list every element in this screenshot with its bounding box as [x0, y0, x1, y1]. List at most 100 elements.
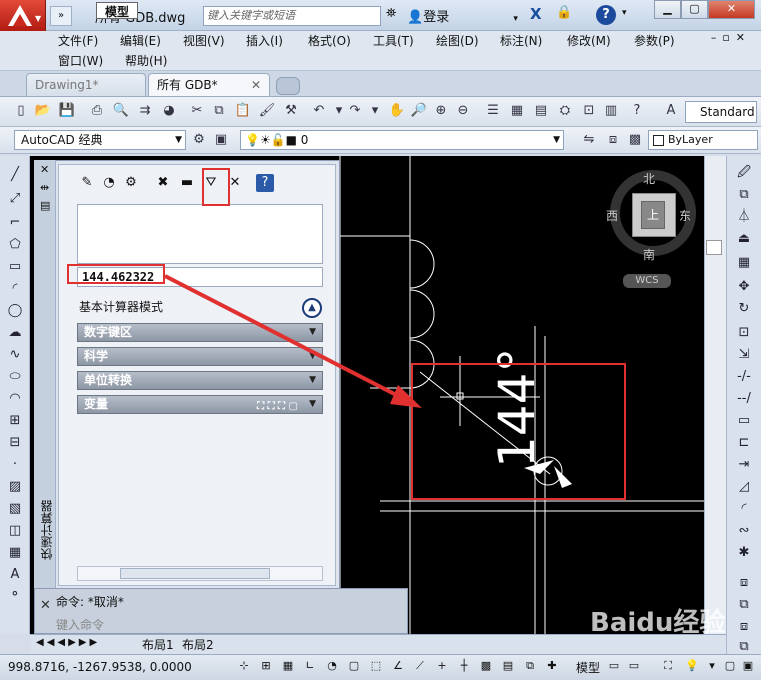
quick-access-expand-button[interactable]: » — [50, 6, 72, 26]
mdi-window-controls[interactable]: –▫✕ — [711, 31, 751, 44]
break-at-point-icon[interactable]: ▭ — [735, 412, 753, 430]
sheet-set-icon[interactable]: ⛭ — [556, 102, 574, 120]
tool-palettes-icon[interactable]: ▤ — [532, 102, 550, 120]
print-preview-icon[interactable]: 🔍 — [112, 102, 130, 120]
menu-help[interactable]: 帮助(H) — [125, 52, 167, 69]
compass-east[interactable]: 东 — [679, 207, 691, 224]
section-variables[interactable]: 变量 ⛶ ⛶ ⛶ ▢ ▼ — [77, 395, 323, 414]
application-menu-button[interactable]: ▼ — [0, 0, 46, 32]
gradient-icon[interactable]: ▧ — [6, 500, 24, 518]
polygon-icon[interactable]: ⬠ — [6, 236, 24, 254]
infer-constraints-icon[interactable]: ⊹ — [236, 658, 252, 674]
layout-nav-arrows[interactable]: ◀◀◀▶▶▶ — [36, 637, 100, 648]
transparency-icon[interactable]: ▩ — [478, 658, 494, 674]
menu-file[interactable]: 文件(F) — [58, 32, 98, 49]
quick-view-layouts-icon[interactable]: ▭ — [606, 658, 622, 674]
viewcube-top-face[interactable]: 上 — [641, 201, 665, 229]
compass-south[interactable]: 南 — [643, 246, 655, 263]
blend-curves-icon[interactable]: ∾ — [735, 522, 753, 540]
erase-icon[interactable]: 🖉 — [735, 164, 753, 182]
new-file-icon[interactable]: ▯ — [12, 102, 30, 120]
construction-line-icon[interactable]: ⤢ — [6, 190, 24, 208]
object-snap-icon[interactable]: ▢ — [346, 658, 362, 674]
login-button[interactable]: 👤登录 ▾ — [407, 6, 518, 25]
help-button[interactable]: ? — [596, 5, 616, 25]
help-icon[interactable]: ? — [256, 174, 274, 192]
properties-icon[interactable]: ☰ — [484, 102, 502, 120]
point-icon[interactable]: · — [6, 456, 24, 474]
offset-icon[interactable]: ⏏ — [735, 230, 753, 248]
color-select[interactable]: ByLayer — [648, 130, 758, 150]
make-block-icon[interactable]: ⊟ — [6, 434, 24, 452]
menu-parameters[interactable]: 参数(P) — [634, 32, 675, 49]
design-center-icon[interactable]: ▦ — [508, 102, 526, 120]
ortho-mode-icon[interactable]: ∟ — [302, 658, 318, 674]
quick-view-drawings-icon[interactable]: ▭ — [626, 658, 642, 674]
help-icon[interactable]: ? — [628, 102, 646, 120]
paste-icon[interactable]: 📋 — [234, 102, 252, 120]
trim-icon[interactable]: -/- — [735, 368, 753, 386]
get-coordinates-icon[interactable]: ✖ — [154, 174, 172, 192]
stretch-icon[interactable]: ⇲ — [735, 346, 753, 364]
ellipse-icon[interactable]: ⬭ — [6, 368, 24, 386]
variable-tools-icons[interactable]: ⛶ ⛶ ⛶ ▢ — [257, 398, 298, 415]
workspace-save-icon[interactable]: ▣ — [212, 131, 230, 149]
section-units-conversion[interactable]: 单位转换 ▼ — [77, 371, 323, 390]
section-numeric-keypad[interactable]: 数字键区 ▼ — [77, 323, 323, 342]
command-line-close-icon[interactable]: ✕ — [40, 598, 51, 613]
add-selected-icon[interactable]: ⚬ — [6, 586, 24, 604]
minimize-button[interactable]: ▁ — [654, 0, 681, 19]
rectangle-icon[interactable]: ▭ — [6, 258, 24, 276]
dynamic-ucs-icon[interactable]: ⟋ — [412, 658, 428, 674]
quick-properties-icon[interactable]: ▤ — [500, 658, 516, 674]
copy-icon[interactable]: ⧉ — [210, 102, 228, 120]
new-tab-button[interactable] — [276, 77, 300, 95]
clear-history-icon[interactable]: ◔ — [100, 174, 118, 192]
grid-display-icon[interactable]: ▦ — [280, 658, 296, 674]
region-icon[interactable]: ◫ — [6, 522, 24, 540]
annotation-scale-icon[interactable]: ⛶ — [660, 658, 676, 674]
multiline-text-icon[interactable]: A — [6, 566, 24, 584]
menu-dimension[interactable]: 标注(N) — [500, 32, 542, 49]
circle-icon[interactable]: ◯ — [6, 302, 24, 320]
palette-properties-icon[interactable]: ▤ — [40, 199, 50, 212]
arc-icon[interactable]: ◜ — [6, 280, 24, 298]
wcs-menu[interactable]: WCS — [623, 274, 671, 288]
redo-icon[interactable]: ↷ — [346, 102, 364, 120]
menu-draw[interactable]: 绘图(D) — [436, 32, 479, 49]
section-scientific[interactable]: 科学 ▼ — [77, 347, 323, 366]
toolbar-lock-icon[interactable]: 💡 — [684, 658, 700, 674]
line-icon[interactable]: ╱ — [6, 166, 24, 184]
menu-window[interactable]: 窗口(W) — [58, 52, 103, 69]
tab-layout2[interactable]: 布局2 — [182, 636, 214, 653]
menu-modify[interactable]: 修改(M) — [567, 32, 611, 49]
zoom-previous-icon[interactable]: ⊖ — [454, 102, 472, 120]
zoom-window-icon[interactable]: ⊕ — [432, 102, 450, 120]
tab-layout1[interactable]: 布局1 — [142, 636, 174, 653]
layer-select[interactable]: 💡☀🔓■ 0 ▼ — [240, 130, 564, 150]
draworder-back-icon[interactable]: ⧉ — [735, 596, 753, 614]
extend-icon[interactable]: --/ — [735, 390, 753, 408]
redo-dropdown-icon[interactable]: ▾ — [366, 102, 384, 120]
menu-view[interactable]: 视图(V) — [183, 32, 225, 49]
clean-screen-icon[interactable]: ▢ — [722, 658, 738, 674]
dynamic-input-icon[interactable]: + — [434, 658, 450, 674]
search-input[interactable]: 键入关键字或短语 — [203, 6, 381, 26]
command-input[interactable]: 键入命令 — [56, 616, 104, 633]
scrollbar-thumb[interactable] — [706, 240, 722, 255]
model-space-toggle[interactable]: 模型 — [576, 659, 600, 676]
tab-model[interactable]: 模型 — [96, 2, 138, 19]
pan-icon[interactable]: ✋ — [388, 102, 406, 120]
clear-icon[interactable]: ✎ — [78, 174, 96, 192]
menu-format[interactable]: 格式(O) — [308, 32, 351, 49]
layer-states-icon[interactable]: ⧈ — [604, 131, 622, 149]
compass-north[interactable]: 北 — [643, 170, 655, 187]
open-file-icon[interactable]: 📂 — [34, 102, 52, 120]
publish-icon[interactable]: ⇉ — [136, 102, 154, 120]
collapse-button[interactable]: ▲ — [302, 298, 322, 318]
match-properties-icon[interactable]: 🖌 — [258, 102, 276, 120]
polar-tracking-icon[interactable]: ◔ — [324, 658, 340, 674]
revision-cloud-icon[interactable]: ☁ — [6, 324, 24, 342]
zoom-realtime-icon[interactable]: 🔎 — [410, 102, 428, 120]
maximize-button[interactable]: ▢ — [681, 0, 708, 19]
